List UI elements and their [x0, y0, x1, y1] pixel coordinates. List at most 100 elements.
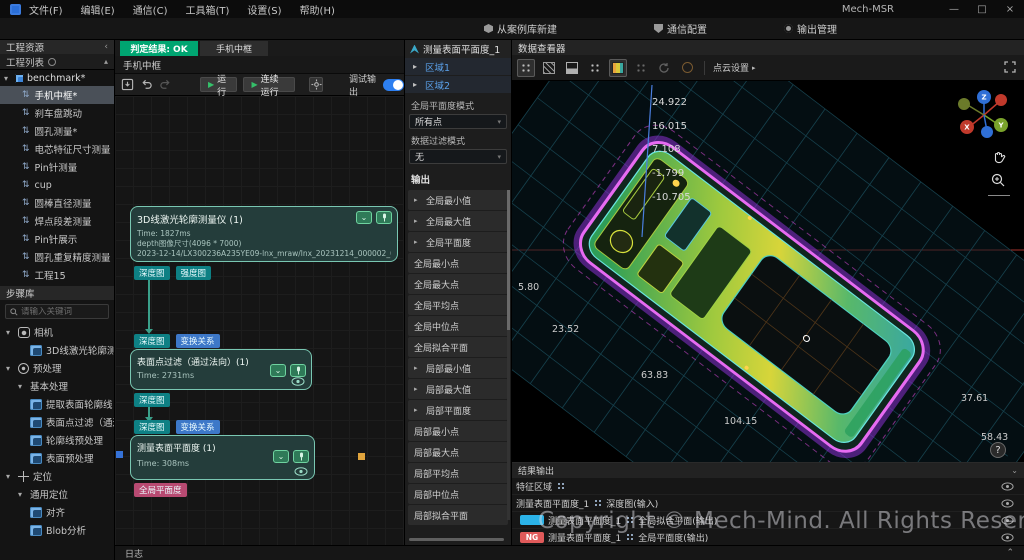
- visibility-eye-icon[interactable]: [1001, 499, 1014, 508]
- graph-port-orange[interactable]: [358, 453, 365, 460]
- collapse-all-icon[interactable]: ▴: [104, 57, 108, 66]
- chevron-down-icon[interactable]: ▾: [4, 74, 12, 83]
- chevron-down-icon[interactable]: ▾: [18, 382, 26, 391]
- node-3d-laser-profiler[interactable]: 3D线激光轮廓测量仪 (1) ⌄ Time: 1827msdepth图像尺寸(4…: [130, 206, 398, 262]
- node-collapse-button[interactable]: ⌄: [356, 211, 372, 224]
- output-list-item[interactable]: ▸ 全局平面度: [408, 232, 508, 252]
- step-library-row[interactable]: ▾ 定位: [0, 467, 114, 485]
- chevron-down-icon[interactable]: ▾: [18, 490, 26, 499]
- undo-icon[interactable]: [140, 78, 153, 92]
- debug-output-toggle[interactable]: [383, 79, 404, 91]
- output-list-item[interactable]: 全局拟合平面: [408, 337, 508, 357]
- step-library-row[interactable]: 对齐: [0, 503, 114, 521]
- output-list-item[interactable]: 局部平均点: [408, 463, 508, 483]
- panel-collapse-icon[interactable]: ‹: [104, 42, 108, 52]
- step-library-row[interactable]: ▾ 通用定位: [0, 485, 114, 503]
- project-tree-item[interactable]: ⇅ 圆孔测量*: [0, 122, 114, 140]
- node-graph-canvas[interactable]: 3D线激光轮廓测量仪 (1) ⌄ Time: 1827msdepth图像尺寸(4…: [115, 96, 405, 545]
- input-port-tag[interactable]: 深度图: [134, 334, 170, 348]
- output-list-item[interactable]: ▸ 全局最大值: [408, 211, 508, 231]
- chevron-down-icon[interactable]: ⌄: [1011, 466, 1018, 475]
- run-button[interactable]: ▶ 运行: [200, 77, 237, 92]
- project-tree-item[interactable]: ⇅ Pin针测量: [0, 158, 114, 176]
- menu-item[interactable]: 帮助(H): [300, 2, 335, 17]
- refresh-button[interactable]: [655, 59, 673, 77]
- project-tree-item[interactable]: ⇅ 焊点段差测量: [0, 212, 114, 230]
- step-library-row[interactable]: ▾ 相机: [0, 323, 114, 341]
- project-tree-item[interactable]: ⇅ 刹车盘跳动: [0, 104, 114, 122]
- filter-icon[interactable]: [48, 58, 56, 66]
- step-library-row[interactable]: ▾ 预处理: [0, 359, 114, 377]
- output-list-item[interactable]: 全局最大点: [408, 274, 508, 294]
- node-pin-button[interactable]: [290, 364, 306, 377]
- output-port-tag[interactable]: 深度图: [134, 393, 170, 407]
- step-library-row[interactable]: Blob分析: [0, 521, 114, 539]
- output-list-item[interactable]: ▸ 局部最小值: [408, 358, 508, 378]
- output-list-item[interactable]: 局部最小点: [408, 421, 508, 441]
- output-list-item[interactable]: 局部最大点: [408, 442, 508, 462]
- output-list-item[interactable]: 局部中位点: [408, 484, 508, 504]
- chevron-up-icon[interactable]: ⌃: [1006, 548, 1014, 558]
- point-cloud-viewport[interactable]: 24.92216.0157.108-1.799-10.705 5.80 23.5…: [512, 81, 1024, 462]
- point-cloud-settings-button[interactable]: 点云设置 ▸: [713, 61, 760, 74]
- help-button[interactable]: ?: [990, 442, 1006, 458]
- step-library-row[interactable]: 轮廓线预处理: [0, 431, 114, 449]
- menu-item[interactable]: 设置(S): [247, 2, 281, 17]
- sphere-view-button[interactable]: [678, 59, 696, 77]
- node-surface-point-filter[interactable]: 表面点过滤（通过法向）(1) Time: 2731ms ⌄: [130, 349, 312, 390]
- view-points-button[interactable]: [586, 59, 604, 77]
- view-hatch-button[interactable]: [540, 59, 558, 77]
- project-tree-item[interactable]: ⇅ cup: [0, 176, 114, 194]
- params-vertical-scrollbar[interactable]: [507, 190, 510, 520]
- menu-item[interactable]: 编辑(E): [81, 2, 115, 17]
- project-tree-item[interactable]: ⇅ 电芯特征尺寸测量: [0, 140, 114, 158]
- orientation-gizmo[interactable]: Z Y X: [954, 85, 1014, 145]
- chevron-right-icon[interactable]: ▸: [413, 80, 421, 89]
- input-port-tag[interactable]: 变换关系: [176, 334, 220, 348]
- output-mgmt-button[interactable]: 输出管理: [778, 20, 843, 37]
- menu-item[interactable]: 通信(C): [133, 2, 168, 17]
- step-library-row[interactable]: 表面点过滤（通过…: [0, 413, 114, 431]
- output-list-item[interactable]: ▸ 局部平面度: [408, 400, 508, 420]
- maximize-button[interactable]: □: [968, 4, 996, 15]
- chevron-down-icon[interactable]: ▾: [6, 472, 14, 481]
- run-settings-button[interactable]: [309, 77, 323, 92]
- output-list-item[interactable]: 全局平均点: [408, 295, 508, 315]
- project-tree-item[interactable]: ⇅ Pin针展示: [0, 230, 114, 248]
- result-output-header[interactable]: 结果输出 ⌄: [512, 463, 1024, 478]
- zoom-in-icon[interactable]: [990, 172, 1006, 188]
- flatness-mode-dropdown[interactable]: 所有点 ▾: [409, 114, 507, 129]
- node-visibility-eye-icon[interactable]: [294, 467, 308, 476]
- output-list-item[interactable]: 全局中位点: [408, 316, 508, 336]
- comm-config-button[interactable]: 通信配置: [648, 20, 713, 37]
- node-pin-button[interactable]: [376, 211, 392, 224]
- output-list-item[interactable]: 全局最小点: [408, 253, 508, 273]
- node-collapse-button[interactable]: ⌄: [273, 450, 289, 463]
- view-points-dim-button[interactable]: [632, 59, 650, 77]
- view-grid-button[interactable]: [517, 59, 535, 77]
- project-root-row[interactable]: ▾ benchmark*: [0, 70, 114, 86]
- result-layer-row[interactable]: 特征区域: [512, 478, 1024, 495]
- chevron-down-icon[interactable]: ▾: [6, 364, 14, 373]
- step-library-row[interactable]: 表面预处理: [0, 449, 114, 467]
- input-port-tag[interactable]: 深度图: [134, 420, 170, 434]
- region-row[interactable]: ▸ 区域1: [405, 58, 511, 75]
- menu-item[interactable]: 工具箱(T): [185, 2, 229, 17]
- view-heatmap-button[interactable]: [609, 59, 627, 77]
- output-list-item[interactable]: 局部拟合平面: [408, 505, 508, 525]
- project-tree-item[interactable]: ⇅ 圆棒直径测量: [0, 194, 114, 212]
- node-visibility-eye-icon[interactable]: [291, 377, 305, 386]
- project-tree-item[interactable]: ⇅ 圆孔重复精度测量: [0, 248, 114, 266]
- output-port-tag[interactable]: 深度图: [134, 266, 170, 280]
- step-library-row[interactable]: 提取表面轮廓线: [0, 395, 114, 413]
- minimize-button[interactable]: —: [940, 4, 968, 15]
- params-horizontal-scrollbar[interactable]: [409, 538, 504, 541]
- input-port-tag[interactable]: 变换关系: [176, 420, 220, 434]
- run-continuous-button[interactable]: ▶ 连续运行: [243, 77, 295, 92]
- view-image-button[interactable]: [563, 59, 581, 77]
- node-measure-surface-flatness[interactable]: 测量表面平面度 (1) Time: 308ms ⌄: [130, 435, 315, 480]
- step-search-input[interactable]: [21, 307, 101, 317]
- output-port-tag[interactable]: 强度图: [176, 266, 212, 280]
- new-from-case-button[interactable]: 从案例库新建: [478, 20, 563, 37]
- fullscreen-button[interactable]: [1004, 58, 1016, 77]
